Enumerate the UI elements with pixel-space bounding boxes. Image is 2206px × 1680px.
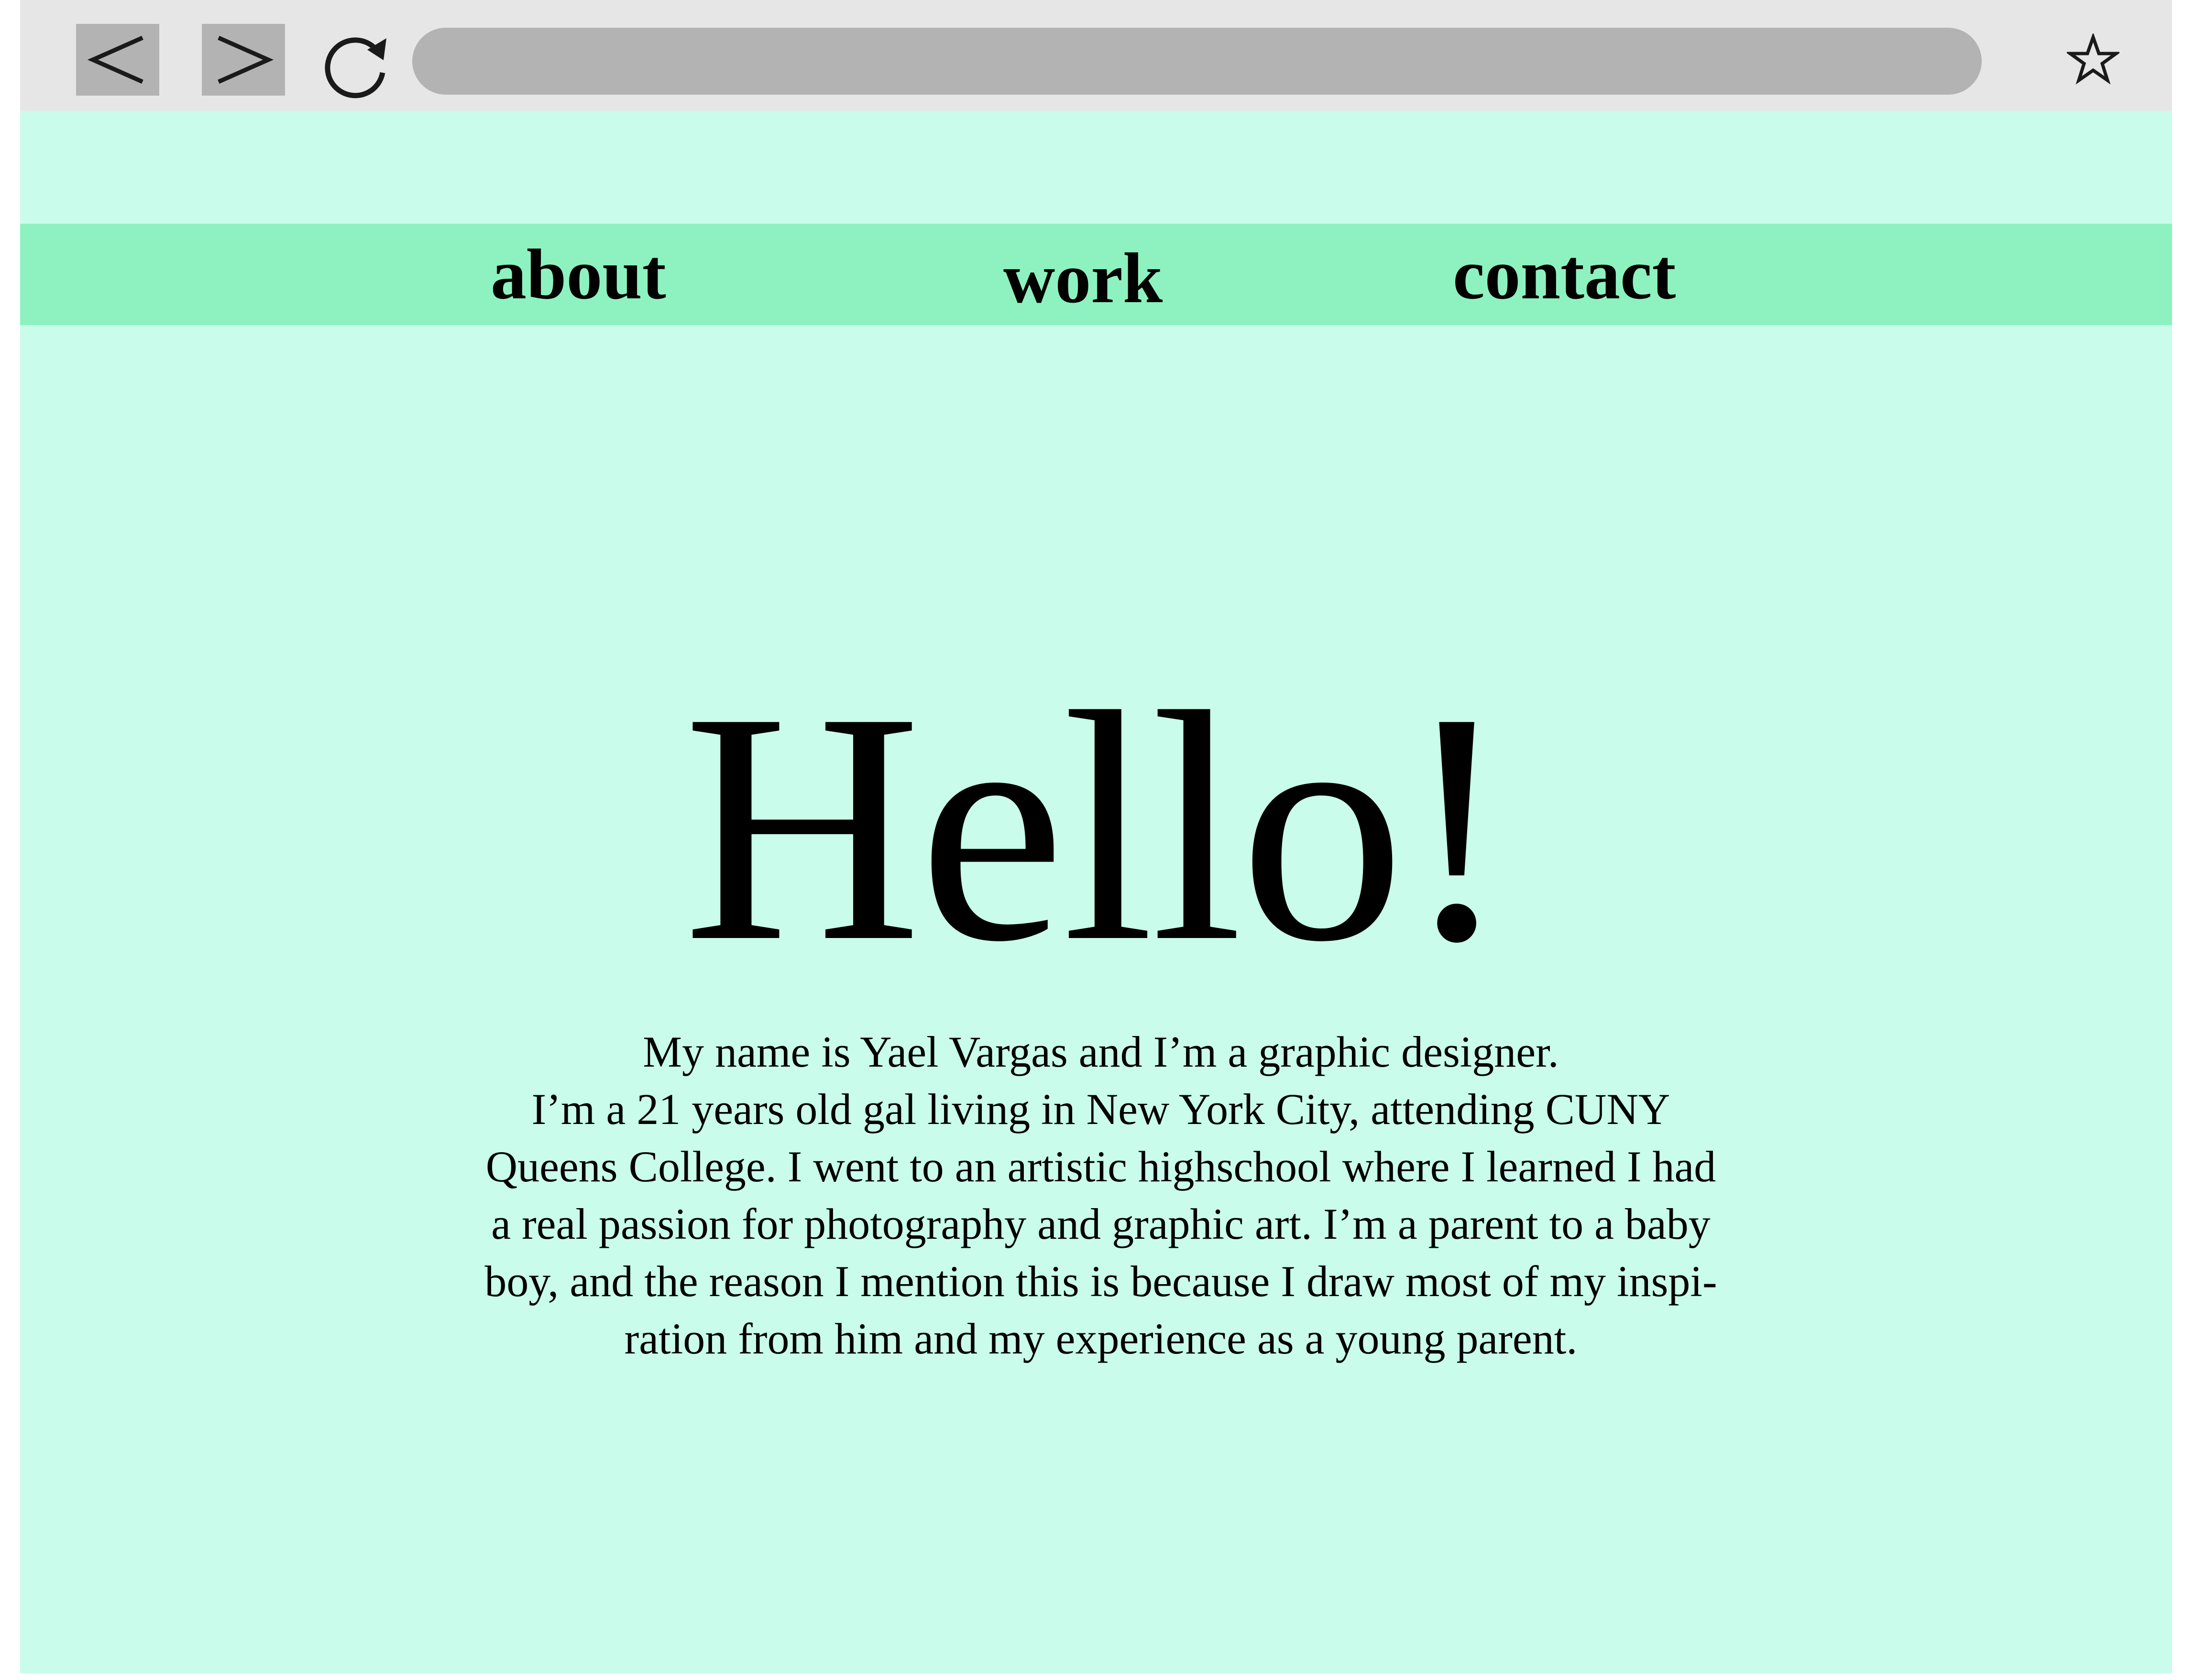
reload-icon	[325, 37, 386, 98]
bio-line: a real passion for photography and graph…	[491, 1200, 1711, 1248]
nav-link-about[interactable]: about	[491, 224, 666, 325]
bio-line: boy, and the reason I mention this is be…	[484, 1257, 1717, 1306]
page-bottom-edge	[20, 1673, 2172, 1680]
nav-link-contact[interactable]: contact	[1453, 224, 1676, 325]
bio-line: ration from him and my experience as a y…	[624, 1314, 1578, 1363]
bio-paragraph: My name is Yael Vargas and I’m a graphic…	[403, 1023, 1799, 1367]
chevron-left-icon	[87, 35, 143, 84]
back-button[interactable]	[76, 24, 159, 96]
browser-toolbar	[20, 0, 2172, 111]
bio-line: My name is Yael Vargas and I’m a graphic…	[643, 1027, 1559, 1076]
bio-line: I’m a 21 years old gal living in New Yor…	[531, 1085, 1670, 1134]
browser-window: about work contact Hello! My name is Yae…	[20, 0, 2172, 1680]
forward-button[interactable]	[202, 24, 285, 96]
nav-link-work[interactable]: work	[1003, 228, 1163, 329]
reload-button[interactable]	[321, 29, 393, 100]
bio-line: Queens College. I went to an artistic hi…	[485, 1142, 1716, 1191]
bookmark-button[interactable]	[2065, 32, 2121, 86]
site-nav: about work contact	[20, 224, 2172, 325]
address-bar[interactable]	[412, 28, 1982, 95]
star-icon	[2065, 32, 2121, 85]
page-heading: Hello!	[683, 644, 1512, 1010]
chevron-right-icon	[218, 35, 274, 84]
